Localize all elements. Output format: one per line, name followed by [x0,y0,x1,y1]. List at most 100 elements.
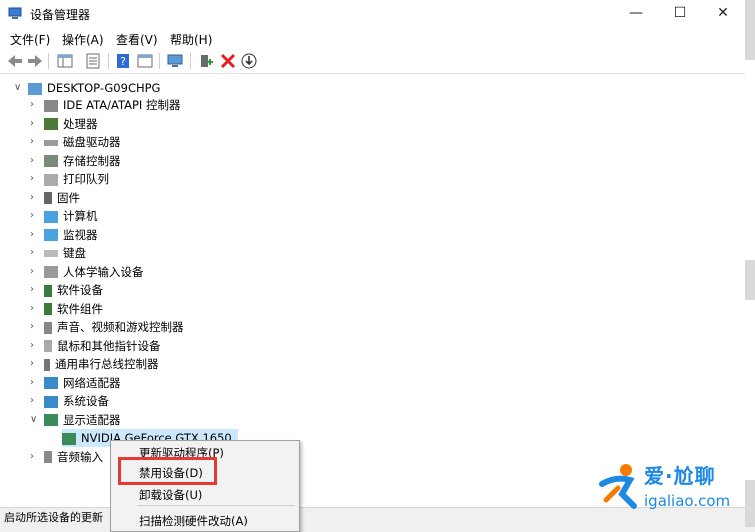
tree-item-audio-input[interactable]: › 音频输入 [30,448,103,466]
action-pane-icon[interactable] [136,52,154,70]
window-title: 设备管理器 [30,8,91,22]
tree-item-sound[interactable]: › 声音、视频和游戏控制器 [30,318,184,336]
software-device-icon [44,284,52,297]
tree-item-software-component[interactable]: › 软件组件 [30,300,103,318]
chevron-right-icon[interactable]: › [30,226,40,244]
close-button[interactable]: ✕ [701,0,745,27]
device-manager-window: 设备管理器 — ☐ ✕ 文件(F) 操作(A) 查看(V) 帮助(H) ? ∨ … [0,0,746,532]
tree-root-label: DESKTOP-G09CHPG [47,81,161,95]
watermark-cn: 爱·尬聊 [644,464,716,488]
tree-item-computer[interactable]: › 计算机 [30,207,98,225]
tree-item-monitor[interactable]: › 监视器 [30,226,98,244]
forward-arrow-icon[interactable] [26,52,44,70]
show-hide-console-tree-icon[interactable] [56,52,74,70]
software-component-icon [44,303,52,315]
chevron-down-icon[interactable]: ∨ [30,411,40,429]
tree-item-label: 处理器 [63,116,98,131]
chevron-right-icon[interactable]: › [30,263,40,281]
processor-icon [44,118,58,130]
menu-view[interactable]: 查看(V) [116,31,158,48]
enable-device-download-icon[interactable] [240,52,258,70]
speaker-icon [44,451,52,463]
watermark-logo: 爱·尬聊 igaliao.com [596,458,746,518]
tree-item-label: 计算机 [63,209,98,223]
chevron-right-icon[interactable]: › [30,152,40,170]
chevron-right-icon[interactable]: › [30,115,40,133]
chevron-right-icon[interactable]: › [30,448,40,466]
tree-item-label: 键盘 [63,246,86,260]
tree-item-print[interactable]: › 打印队列 [30,170,109,188]
menu-uninstall-device[interactable]: 卸载设备(U) [139,487,202,503]
tree-item-label: 系统设备 [63,394,109,408]
context-menu: 更新驱动程序(P) 禁用设备(D) 卸载设备(U) 扫描检测硬件改动(A) [110,440,300,532]
uninstall-x-icon[interactable] [219,52,237,70]
tree-item-software-device[interactable]: › 软件设备 [30,281,103,299]
title-bar: 设备管理器 — ☐ ✕ [0,0,745,27]
status-text: 启动所选设备的更新 [4,511,103,524]
tree-item-keyboard[interactable]: › 键盘 [30,244,86,262]
chevron-right-icon[interactable]: › [30,392,40,410]
runner-logo-icon [599,464,637,509]
tree-item-firmware[interactable]: › 固件 [30,189,80,207]
toolbar-divider [48,53,49,69]
background-panel [745,60,755,260]
chevron-right-icon[interactable]: › [30,318,40,336]
tree-item-storage[interactable]: › 存储控制器 [30,152,121,170]
background-panel [745,300,755,480]
chevron-right-icon[interactable]: › [30,374,40,392]
tree-item-label: 打印队列 [63,172,109,186]
display-adapter-icon [62,432,76,445]
tree-item-label: 存储控制器 [63,153,121,168]
tree-item-system[interactable]: › 系统设备 [30,392,109,410]
tree-item-cpu[interactable]: › 处理器 [30,115,98,133]
tree-item-display[interactable]: ∨ 显示适配器 [30,411,121,429]
system-device-icon [44,395,58,408]
chevron-right-icon[interactable]: › [30,281,40,299]
device-manager-icon [8,7,22,19]
tree-item-label: 音频输入 [57,449,103,464]
chevron-right-icon[interactable]: › [30,300,40,318]
chevron-down-icon[interactable]: ∨ [14,79,24,97]
back-arrow-icon[interactable] [6,52,24,70]
tree-item-label: 通用串行总线控制器 [55,357,159,371]
chevron-right-icon[interactable]: › [30,170,40,188]
add-driver-icon[interactable] [197,52,215,70]
tree-item-label: 固件 [57,190,80,205]
menu-action[interactable]: 操作(A) [62,31,104,48]
tree-item-label: 监视器 [63,227,98,242]
computer-icon [28,82,42,95]
menu-bar: 文件(F) 操作(A) 查看(V) 帮助(H) [0,28,745,48]
properties-sheet-icon[interactable] [84,52,102,70]
chevron-right-icon[interactable]: › [30,337,40,355]
network-adapter-icon [44,377,58,389]
menu-file[interactable]: 文件(F) [10,31,50,48]
tree-item-label: 显示适配器 [63,412,121,427]
help-icon[interactable]: ? [114,52,132,70]
tree-item-mouse[interactable]: › 鼠标和其他指针设备 [30,337,161,355]
printer-icon [44,173,58,186]
tree-item-usb[interactable]: › 通用串行总线控制器 [30,355,159,373]
tree-item-ide[interactable]: › IDE ATA/ATAPI 控制器 [30,96,180,114]
tree-item-label: 磁盘驱动器 [63,135,121,149]
tree-item-label: 软件组件 [57,301,103,316]
ide-controller-icon [44,99,58,112]
mouse-icon [44,340,52,352]
chevron-right-icon[interactable]: › [30,189,40,207]
tree-item-hid[interactable]: › 人体学输入设备 [30,263,144,281]
speaker-icon [44,321,52,334]
scan-hardware-monitor-icon[interactable] [166,52,184,70]
toolbar-divider [159,53,160,69]
chevron-right-icon[interactable]: › [30,355,40,373]
tree-root-computer[interactable]: ∨ DESKTOP-G09CHPG [14,79,161,97]
disk-drive-icon [44,139,58,146]
chevron-right-icon[interactable]: › [30,133,40,151]
chevron-right-icon[interactable]: › [30,244,40,262]
maximize-button[interactable]: ☐ [658,0,702,27]
tree-item-network[interactable]: › 网络适配器 [30,374,121,392]
display-adapter-icon [44,414,58,426]
minimize-button[interactable]: — [614,0,658,27]
chevron-right-icon[interactable]: › [30,96,40,114]
menu-help[interactable]: 帮助(H) [170,31,212,48]
chevron-right-icon[interactable]: › [30,207,40,225]
tree-item-disk[interactable]: › 磁盘驱动器 [30,133,121,151]
